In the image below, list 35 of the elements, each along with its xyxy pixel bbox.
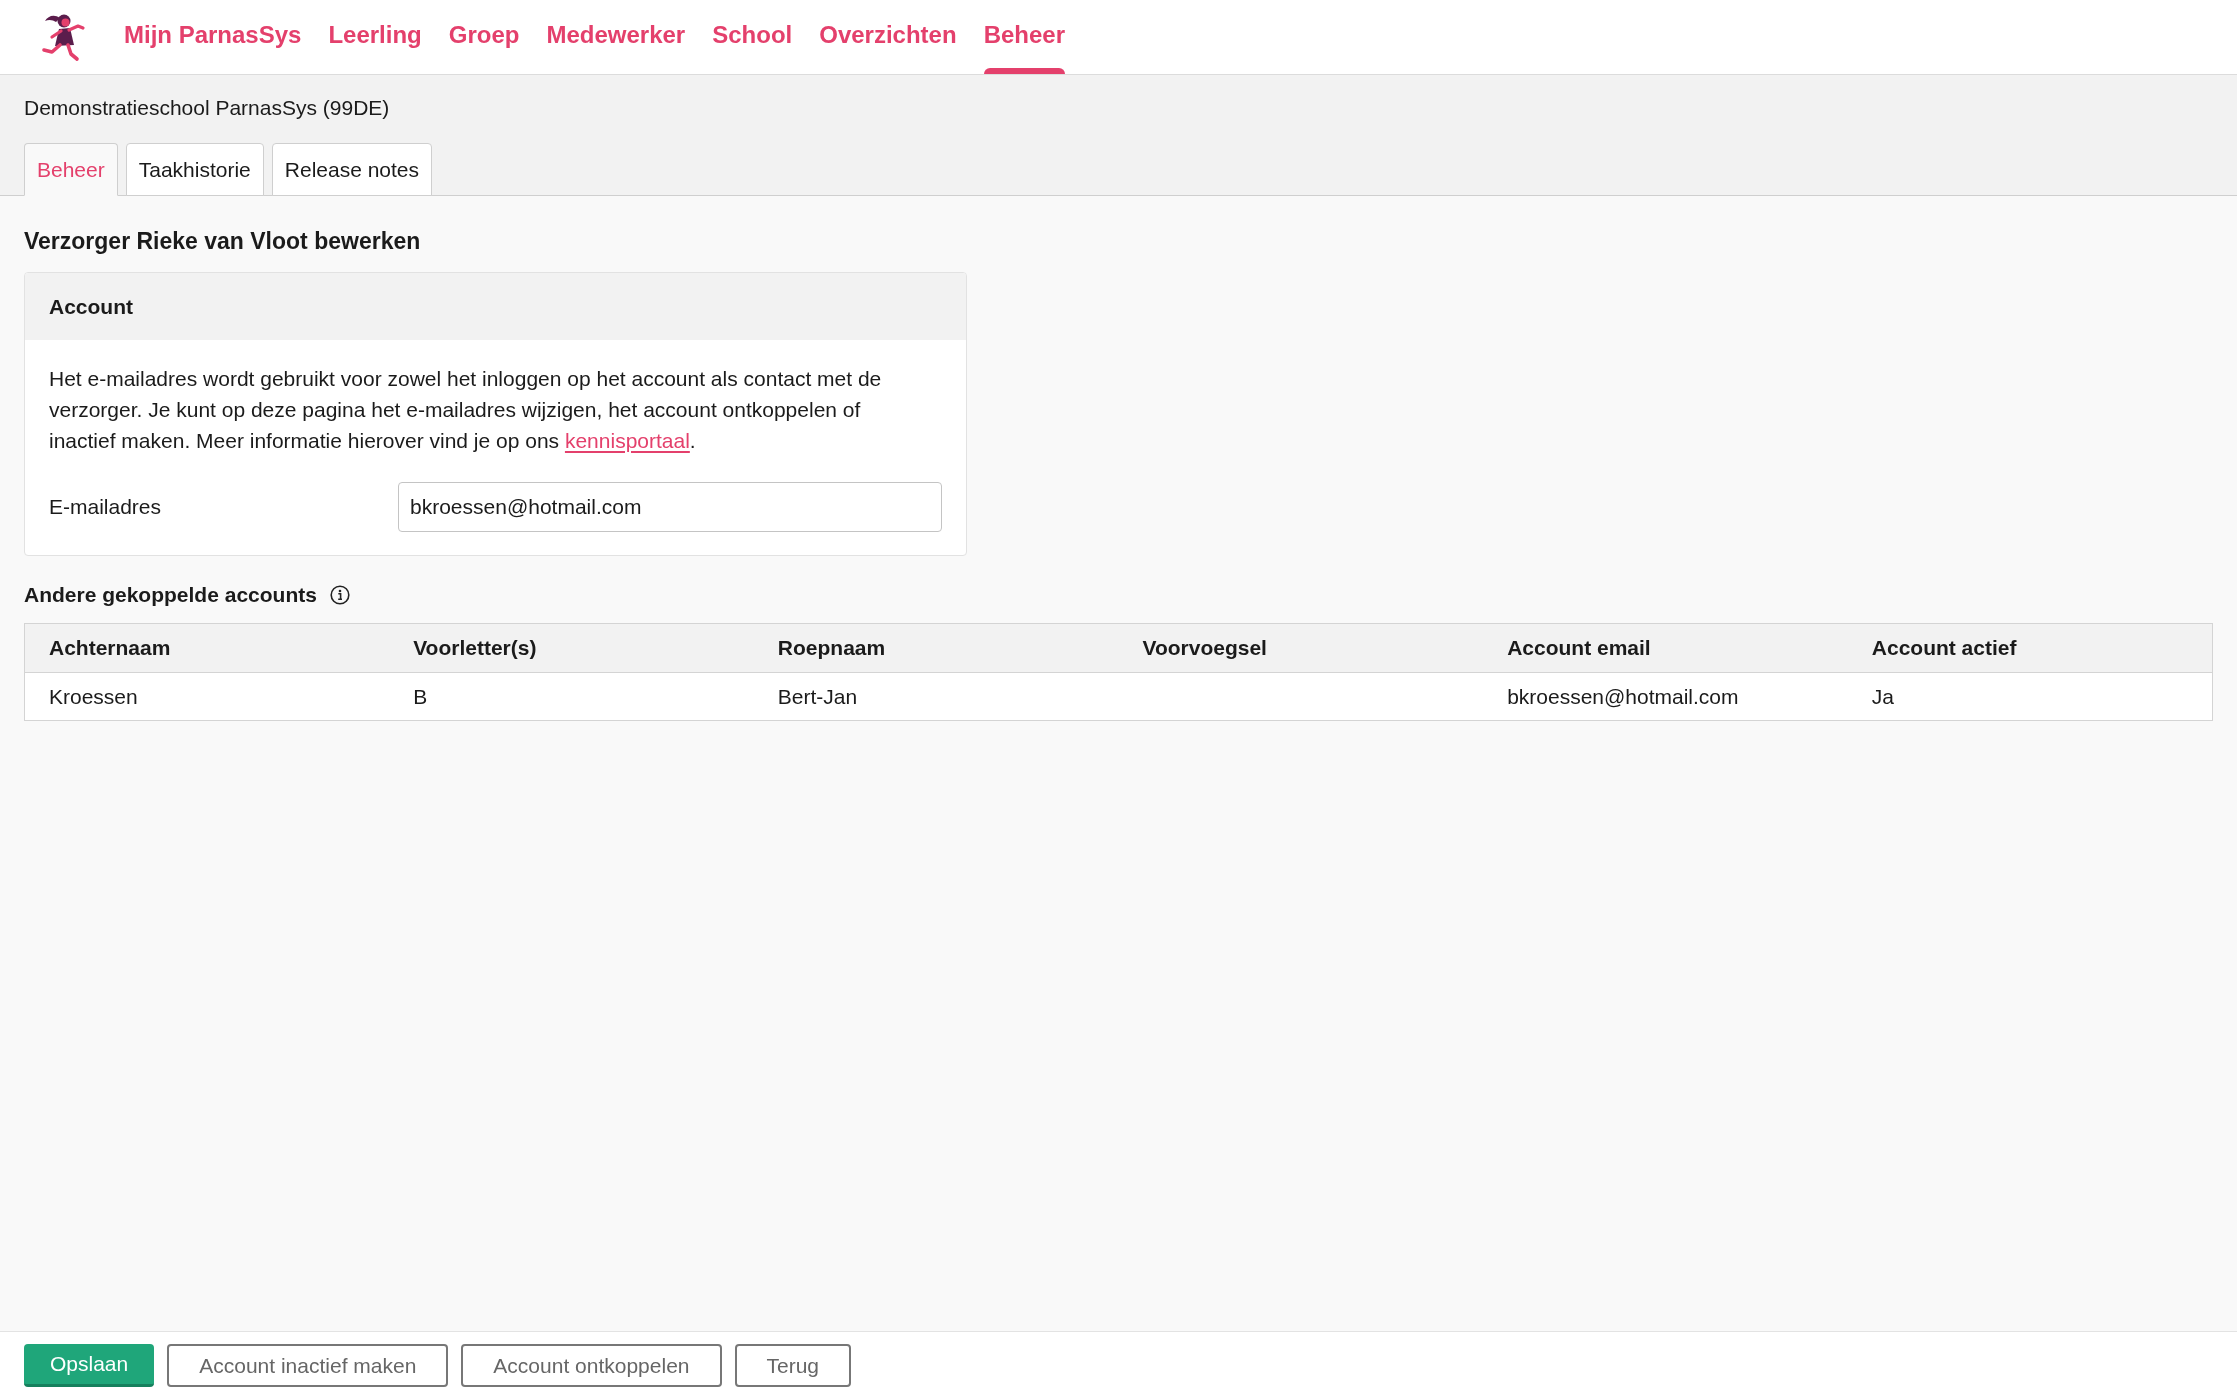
nav-link[interactable]: Beheer: [983, 0, 1065, 74]
tab[interactable]: Release notes: [271, 143, 433, 196]
column-header: Achternaam: [49, 636, 171, 660]
tab[interactable]: Taakhistorie: [125, 143, 264, 196]
nav-link[interactable]: Leerling: [328, 0, 422, 74]
column-header: Roepnaam: [777, 636, 886, 660]
table-cell: Ja: [1871, 684, 1894, 709]
table-cell: Kroessen: [49, 684, 138, 709]
save-button[interactable]: Opslaan: [24, 1344, 155, 1387]
column-header: Account actief: [1871, 636, 2017, 660]
table-cell: bkroessen@hotmail.com: [1507, 684, 1739, 709]
nav-link[interactable]: Mijn ParnasSys: [124, 0, 302, 74]
school-name: Demonstratieschool ParnasSys (99DE): [24, 95, 390, 121]
description-text: Het e-mailadres wordt gebruikt voor zowel het inloggen op het account als contact met de verzorger. Je kunt op deze pagina het e-mailadres wijzigen, het account ontkoppelen of inactief maken. Meer informatie hierover vind je op ons kennisportaal.: [49, 366, 883, 454]
inline-link[interactable]: kennisportaal: [564, 429, 690, 452]
nav-link[interactable]: Medewerker: [546, 0, 686, 74]
column-header: Voorletter(s): [413, 636, 537, 660]
nav-link[interactable]: Overzichten: [819, 0, 957, 74]
column-header: Account email: [1507, 636, 1651, 660]
action-button[interactable]: Terug: [734, 1344, 852, 1387]
table-cell: Bert-Jan: [777, 684, 858, 709]
section-title: Andere gekoppelde accounts: [24, 583, 317, 607]
table-cell: B: [413, 684, 428, 709]
column-header: Voorvoegsel: [1142, 636, 1267, 660]
info-icon[interactable]: [329, 585, 350, 605]
action-button[interactable]: Account inactief maken: [167, 1344, 449, 1387]
tab[interactable]: Beheer: [24, 143, 118, 196]
action-button[interactable]: Account ontkoppelen: [461, 1344, 722, 1387]
running-figure-icon[interactable]: [40, 12, 86, 62]
nav-link[interactable]: Groep: [448, 0, 520, 74]
field-label: E-mailadres: [49, 495, 162, 519]
card-title: Account: [49, 294, 133, 319]
page-title: Verzorger Rieke van Vloot bewerken: [24, 227, 421, 256]
email-field[interactable]: bkroessen@hotmail.com: [398, 482, 942, 532]
nav-link[interactable]: School: [712, 0, 793, 74]
